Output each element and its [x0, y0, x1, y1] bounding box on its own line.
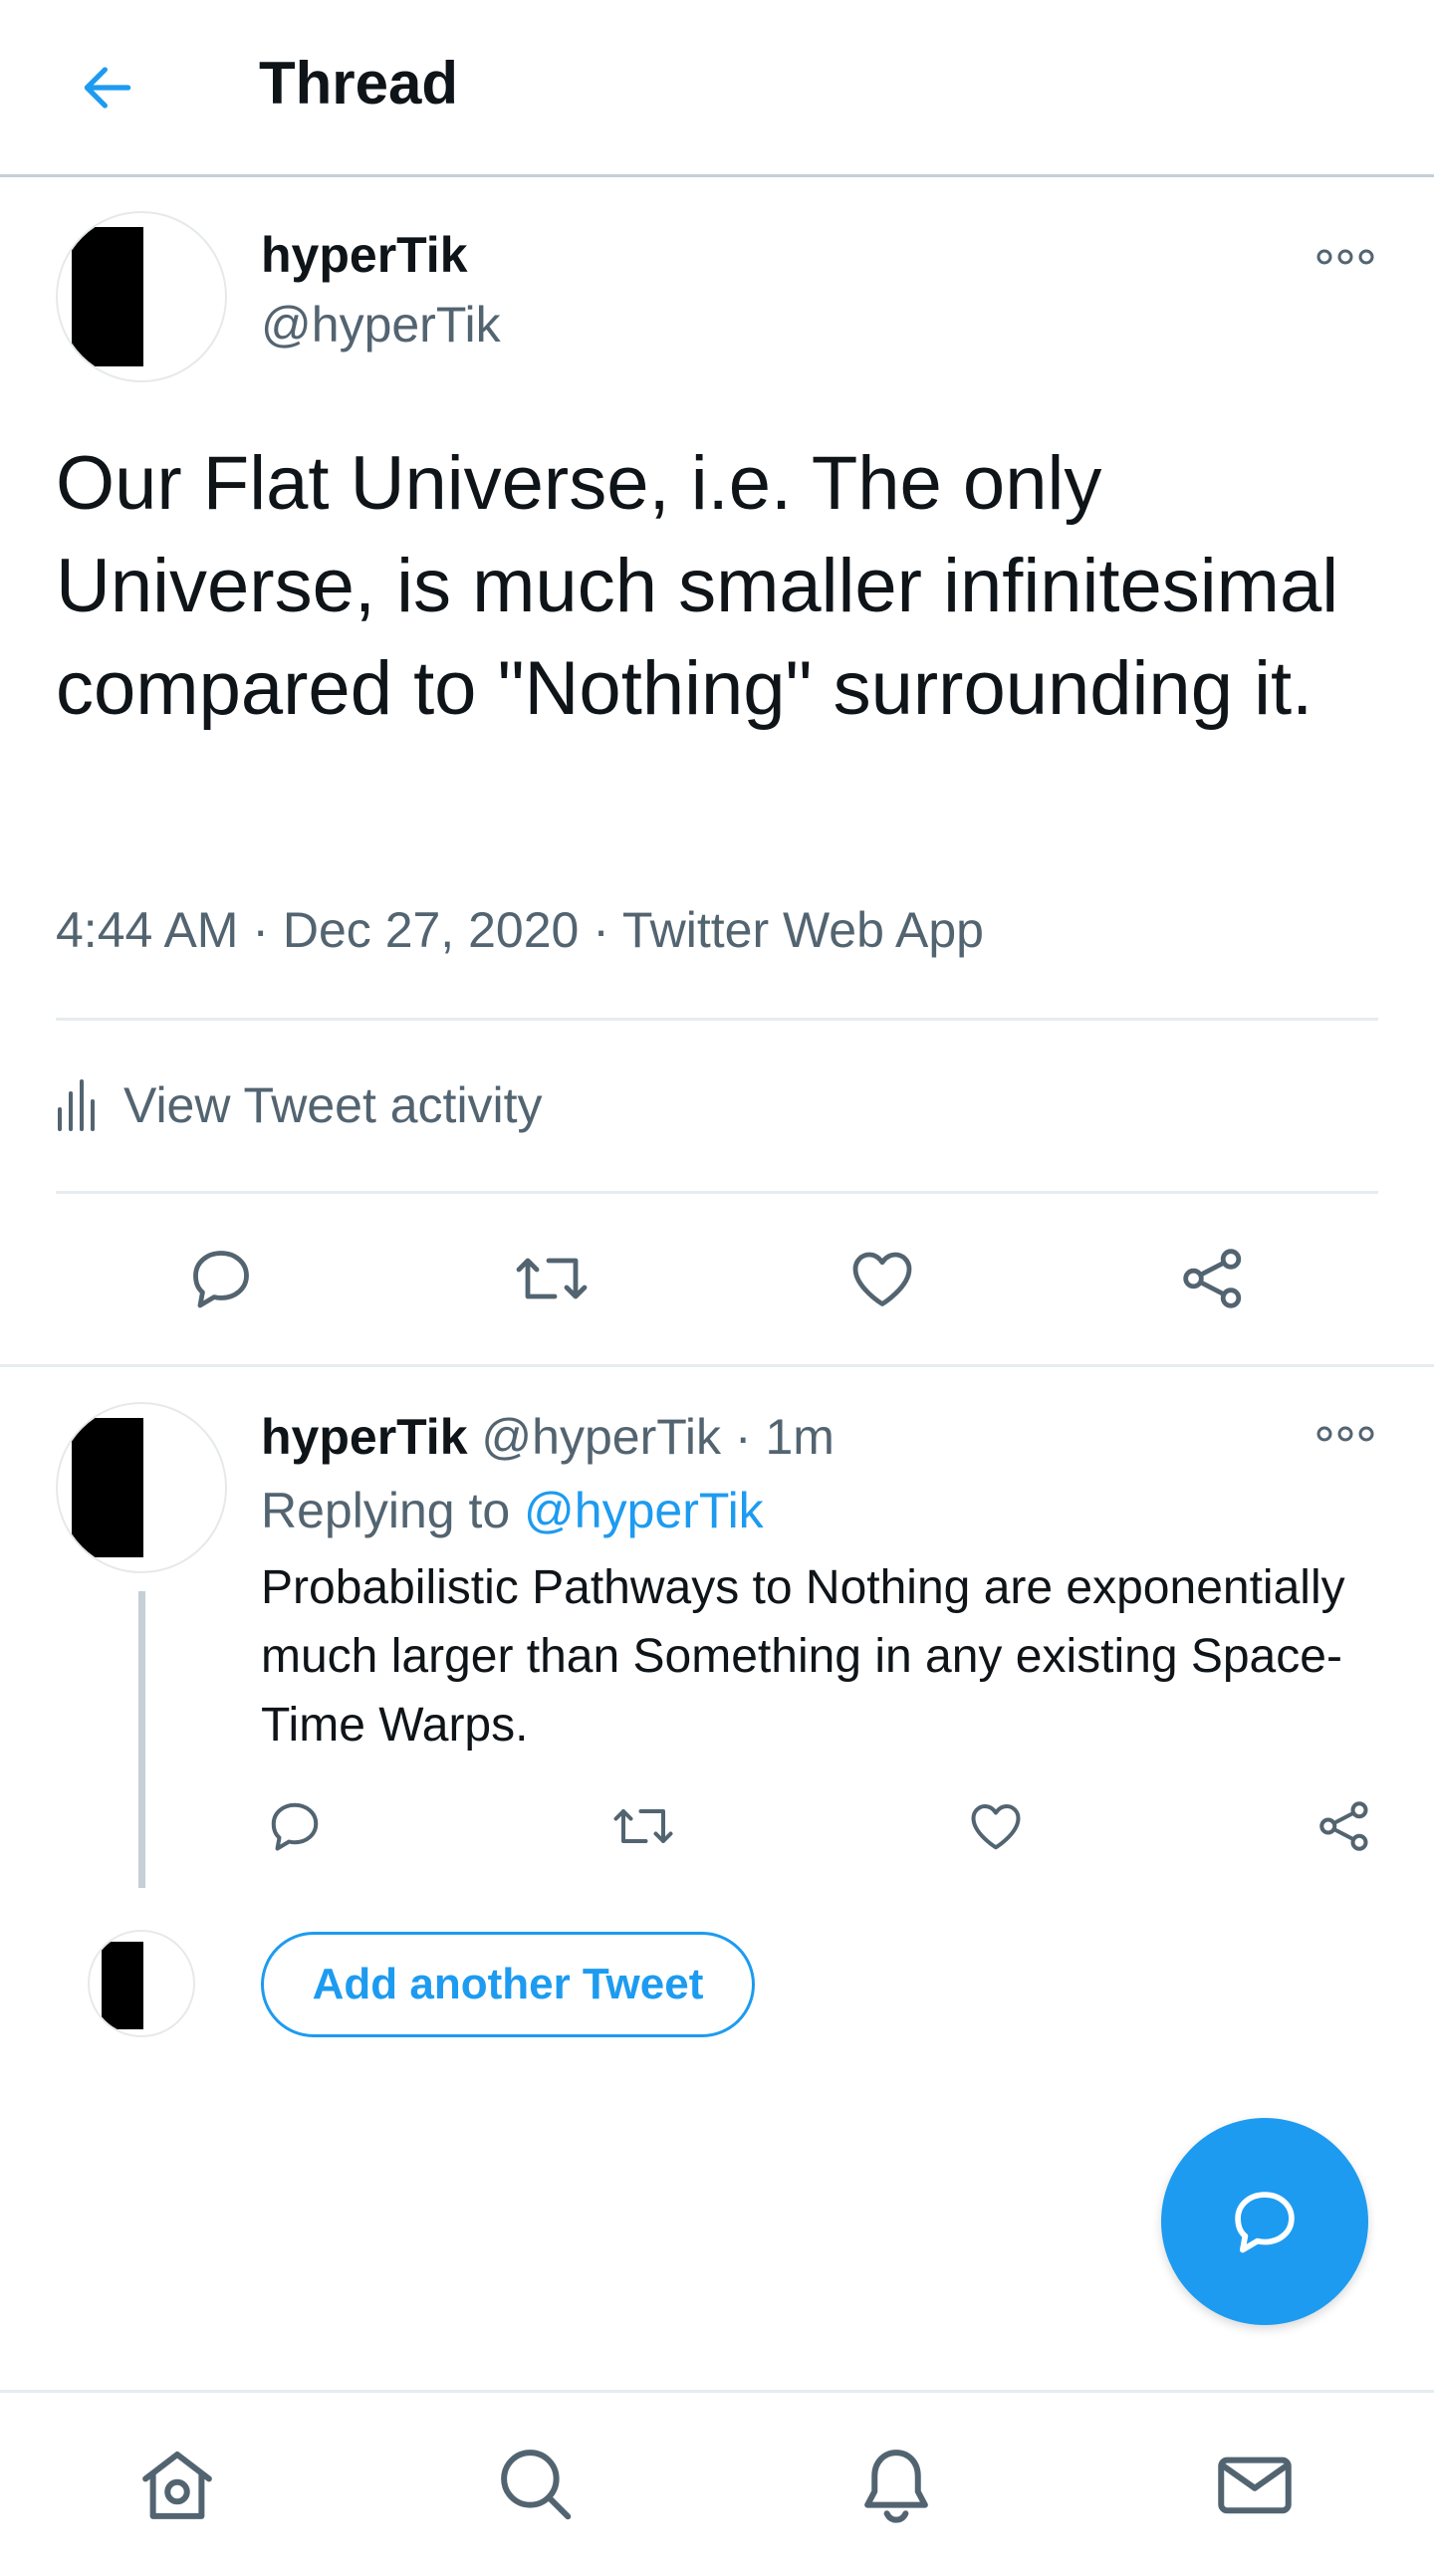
main-tweet-display-name[interactable]: hyperTik	[261, 225, 468, 285]
main-reply-button[interactable]	[171, 1229, 271, 1328]
mail-icon	[1218, 2457, 1292, 2514]
home-icon	[142, 2452, 212, 2519]
nav-home[interactable]	[118, 2425, 237, 2544]
reply-tweet-more-button[interactable]	[1311, 1414, 1380, 1454]
reply-tweet-avatar[interactable]	[56, 1402, 227, 1573]
divider	[0, 1364, 1434, 1367]
top-header: Thread	[0, 0, 1434, 177]
main-tweet-handle[interactable]: @hyperTik	[261, 295, 501, 354]
main-like-button[interactable]	[833, 1229, 932, 1328]
retweet-icon	[516, 1258, 588, 1299]
back-button[interactable]	[60, 40, 155, 135]
main-tweet-text: Our Flat Universe, i.e. The only Univers…	[56, 441, 1339, 731]
reply-tweet-handle-time[interactable]: @hyperTik · 1m	[481, 1409, 835, 1465]
bottom-navigation	[0, 2390, 1434, 2576]
replying-to-prefix: Replying to	[261, 1483, 525, 1538]
reply-tweet-text: Probabilistic Pathways to Nothing are ex…	[261, 1561, 1345, 1752]
view-tweet-activity-label: View Tweet activity	[123, 1077, 543, 1133]
reply-tweet-display-name[interactable]: hyperTik	[261, 1409, 468, 1465]
replying-to: Replying to @hyperTik	[261, 1478, 764, 1543]
main-retweet-button[interactable]	[502, 1229, 601, 1328]
bar-chart-icon	[58, 1079, 95, 1131]
add-another-tweet-button[interactable]: Add another Tweet	[261, 1932, 755, 2037]
nav-search[interactable]	[476, 2425, 596, 2544]
more-horizontal-icon	[1316, 249, 1374, 265]
compose-icon	[1235, 2192, 1295, 2253]
retweet-icon	[613, 1809, 673, 1843]
reply-retweet-button[interactable]	[605, 1788, 681, 1864]
divider	[56, 1191, 1378, 1194]
replying-to-link[interactable]: @hyperTik	[524, 1483, 764, 1538]
reply-tweet-header: hyperTik @hyperTik · 1m	[261, 1404, 835, 1470]
reply-reply-button[interactable]	[257, 1788, 333, 1864]
share-icon	[1183, 1249, 1242, 1308]
share-icon	[1319, 1801, 1368, 1851]
compose-avatar	[88, 1930, 195, 2037]
arrow-left-icon	[84, 67, 131, 109]
main-share-button[interactable]	[1163, 1229, 1263, 1328]
view-tweet-activity[interactable]: View Tweet activity	[56, 1065, 543, 1145]
nav-notifications[interactable]	[836, 2425, 956, 2544]
compose-reply-fab[interactable]	[1161, 2118, 1368, 2325]
more-horizontal-icon	[1316, 1426, 1374, 1442]
divider	[56, 1018, 1378, 1021]
bell-icon	[864, 2450, 928, 2523]
heart-icon	[971, 1804, 1021, 1850]
reply-like-button[interactable]	[958, 1788, 1034, 1864]
reply-icon	[271, 1802, 319, 1851]
page-title: Thread	[259, 50, 459, 117]
heart-icon	[852, 1252, 912, 1306]
reply-icon	[193, 1251, 249, 1308]
main-tweet-avatar[interactable]	[56, 211, 227, 382]
main-tweet-meta: 4:44 AM · Dec 27, 2020 · Twitter Web App	[56, 902, 984, 958]
search-icon	[501, 2450, 572, 2520]
reply-share-button[interactable]	[1307, 1788, 1382, 1864]
main-tweet-more-button[interactable]	[1311, 237, 1380, 277]
thread-line	[138, 1591, 145, 1888]
nav-messages[interactable]	[1195, 2425, 1314, 2544]
